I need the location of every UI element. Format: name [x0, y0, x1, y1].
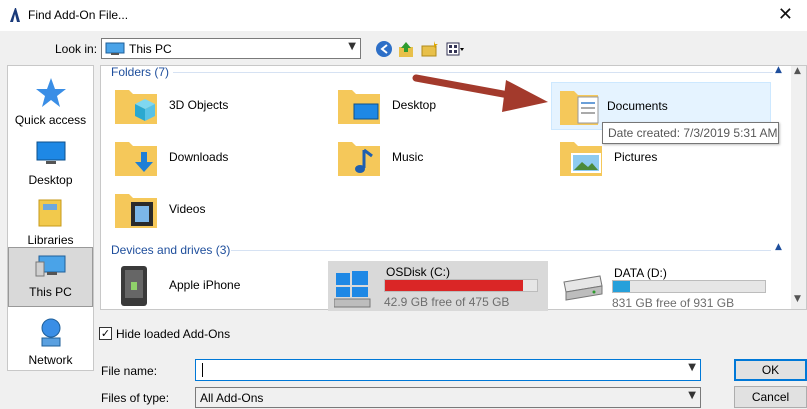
folder-name: Pictures [614, 150, 658, 164]
nav-item-network[interactable]: Network [8, 316, 93, 372]
look-in-dropdown[interactable]: This PC ▼ [101, 38, 361, 59]
nav-item-quick-access[interactable]: Quick access [8, 76, 93, 132]
folder-name: Downloads [169, 150, 229, 164]
vertical-scrollbar[interactable]: ▲ ▼ [791, 66, 806, 309]
places-bar: Quick access Desktop Libraries This PC N… [7, 65, 94, 371]
view-menu-icon[interactable] [446, 40, 464, 58]
nav-item-label: This PC [29, 285, 72, 299]
window-title: Find Add-On File... [28, 8, 129, 22]
folder-name: Music [392, 150, 424, 164]
documents-folder-icon [560, 91, 599, 125]
files-of-type-value: All Add-Ons [200, 391, 264, 405]
collapse-chevron-icon[interactable]: ▲ [775, 65, 782, 75]
computer-icon [105, 42, 125, 55]
chevron-down-icon[interactable]: ▼ [688, 362, 696, 373]
drive-free-space: 831 GB free of 931 GB [612, 296, 735, 310]
drive-free-space: 42.9 GB free of 475 GB [384, 295, 510, 309]
star-icon [35, 78, 66, 107]
music-folder-icon [338, 142, 380, 176]
drive-usage-fill [613, 281, 630, 292]
hide-loaded-checkbox[interactable]: ✓ [99, 327, 112, 340]
nav-item-label: Network [28, 353, 73, 367]
close-button[interactable]: ✕ [778, 4, 793, 25]
drive-osdisk-c[interactable]: OSDisk (C:) 42.9 GB free of 475 GB [328, 261, 548, 311]
look-in-value: This PC [129, 42, 172, 56]
nav-item-label: Quick access [14, 113, 87, 127]
folder-music[interactable]: Music [334, 134, 544, 182]
group-header-drives[interactable]: Devices and drives (3) [111, 243, 230, 257]
downloads-folder-icon [115, 142, 157, 176]
nav-item-label: Desktop [28, 173, 73, 187]
pictures-folder-icon [560, 142, 602, 176]
folder-downloads[interactable]: Downloads [111, 134, 321, 182]
device-name: Apple iPhone [169, 278, 241, 292]
hide-loaded-label: Hide loaded Add-Ons [116, 327, 231, 341]
files-of-type-label: Files of type: [101, 391, 170, 405]
nav-item-libraries[interactable]: Libraries [8, 196, 93, 252]
scroll-up-icon[interactable]: ▲ [794, 66, 801, 76]
cancel-button[interactable]: Cancel [734, 386, 807, 408]
drive-name: DATA (D:) [614, 266, 667, 280]
title-bar: Find Add-On File... ✕ [0, 0, 807, 31]
nav-item-label: Libraries [27, 233, 74, 247]
folder-name: Videos [169, 202, 206, 216]
drive-usage-bar [612, 280, 766, 293]
collapse-chevron-icon[interactable]: ▲ [775, 242, 782, 252]
drive-usage-fill [385, 280, 524, 291]
chevron-down-icon: ▼ [348, 41, 356, 52]
file-name-label: File name: [101, 364, 158, 378]
windows-drive-icon [334, 271, 371, 308]
videos-folder-icon [115, 194, 157, 228]
app-logo-icon [10, 8, 20, 22]
chevron-down-icon: ▼ [688, 390, 696, 401]
folder-3d-objects[interactable]: 3D Objects [111, 82, 321, 130]
annotation-arrow-icon [412, 74, 548, 112]
ok-button[interactable]: OK [734, 359, 807, 381]
nav-item-desktop[interactable]: Desktop [8, 136, 93, 192]
tooltip: Date created: 7/3/2019 5:31 AM [602, 122, 779, 144]
folder-name: Documents [607, 99, 668, 113]
look-in-label: Look in: [55, 42, 98, 56]
up-folder-icon[interactable] [397, 40, 415, 58]
folder-name: 3D Objects [169, 98, 229, 112]
new-folder-icon[interactable] [421, 40, 439, 58]
files-of-type-dropdown[interactable]: All Add-Ons ▼ [195, 387, 701, 408]
folder-videos[interactable]: Videos [111, 186, 321, 234]
back-icon[interactable] [375, 40, 393, 58]
phone-device-icon [121, 266, 147, 306]
computer-icon [35, 255, 65, 277]
file-name-input[interactable]: ▼ [195, 359, 701, 381]
device-apple-iphone[interactable]: Apple iPhone [111, 262, 321, 310]
3d-objects-folder-icon [115, 90, 157, 124]
libraries-icon [38, 199, 61, 227]
nav-item-this-pc[interactable]: This PC [8, 247, 93, 307]
desktop-folder-icon [338, 90, 380, 124]
drive-data-d[interactable]: DATA (D:) 831 GB free of 931 GB [556, 262, 776, 310]
drive-name: OSDisk (C:) [386, 265, 450, 279]
drive-usage-bar [384, 279, 538, 292]
hard-drive-icon [563, 275, 603, 301]
network-icon [41, 318, 60, 347]
text-cursor [202, 363, 203, 377]
scroll-down-icon[interactable]: ▼ [794, 294, 801, 304]
group-header-folders[interactable]: Folders (7) [111, 65, 169, 79]
desktop-icon [36, 141, 65, 164]
